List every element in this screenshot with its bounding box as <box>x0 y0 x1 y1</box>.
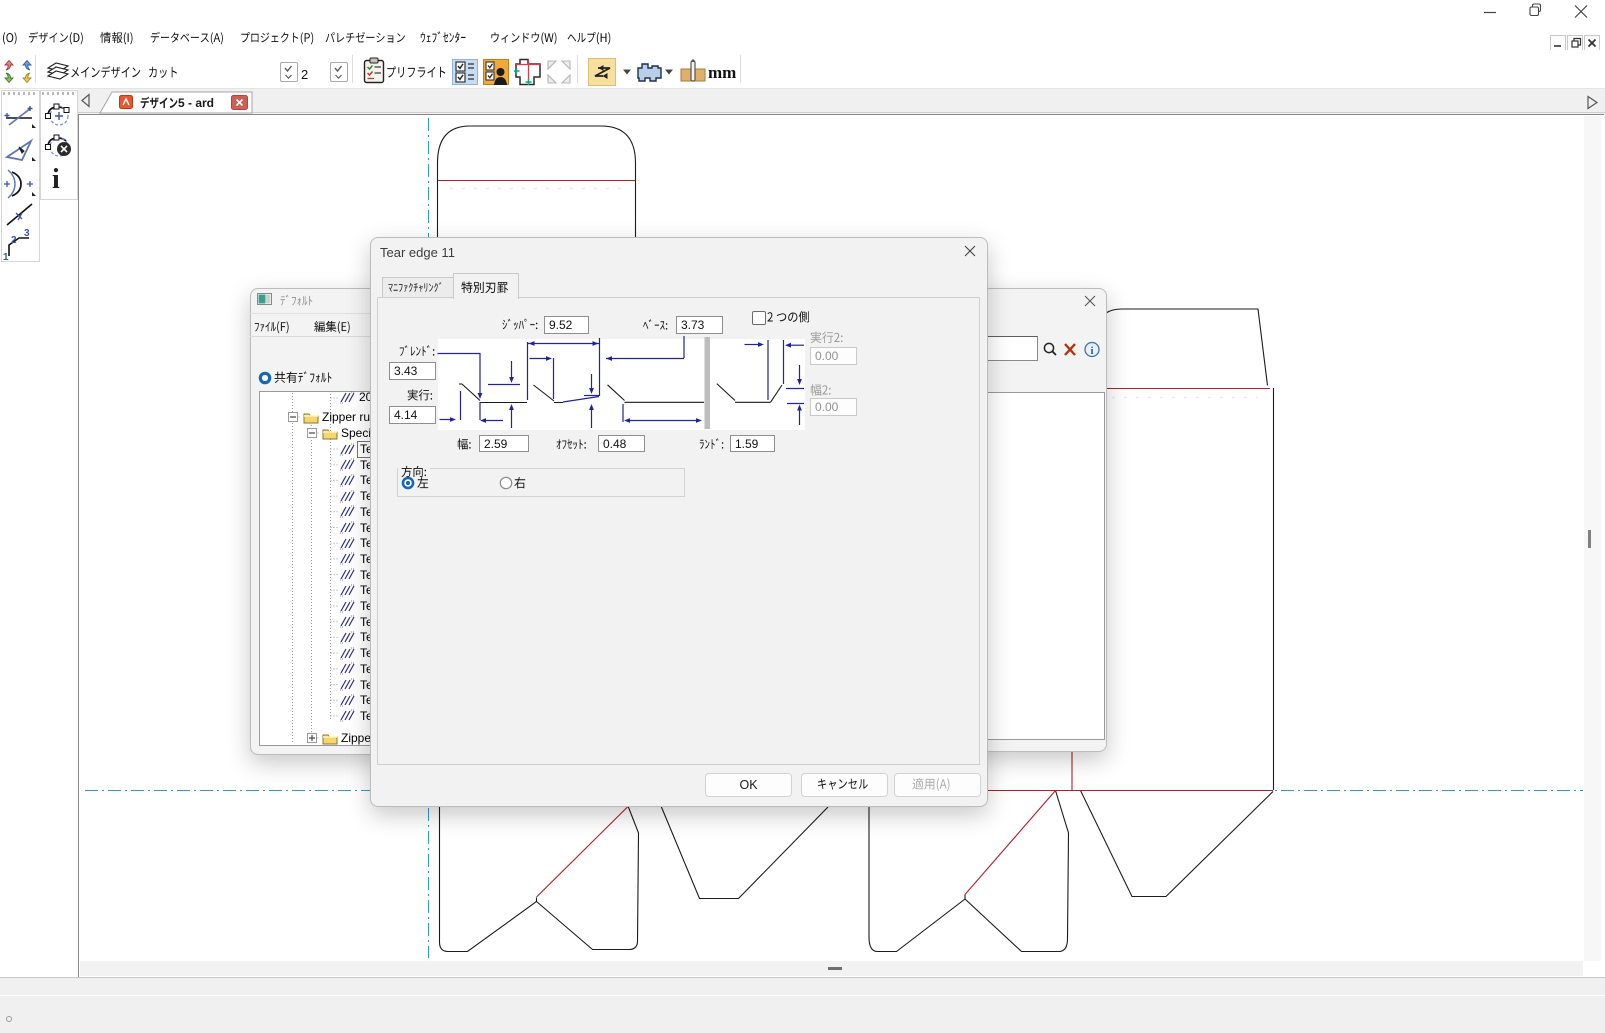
svg-text:i: i <box>52 164 60 195</box>
svg-text:i: i <box>1090 345 1093 357</box>
svg-text:3: 3 <box>24 228 30 239</box>
svg-text:1: 1 <box>3 252 9 260</box>
svg-text:2: 2 <box>11 235 17 246</box>
